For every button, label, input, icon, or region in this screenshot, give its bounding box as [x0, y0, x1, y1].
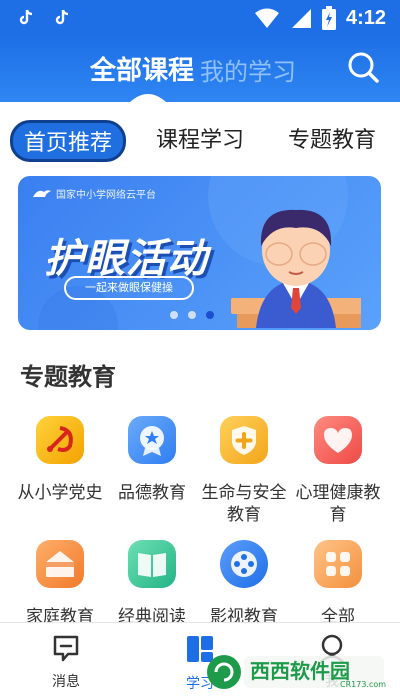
tab-home-recommend[interactable]: 首页推荐 — [10, 120, 126, 162]
tiktok-icon — [19, 9, 33, 25]
film-reel-icon — [220, 540, 268, 588]
heart-icon — [314, 416, 362, 464]
topic-moral-education[interactable]: 品德教育 — [106, 416, 198, 504]
carousel-dot[interactable] — [188, 311, 196, 319]
promo-banner[interactable]: 国家中小学网络云平台 护眼活动 一起来做眼保健操 — [18, 176, 381, 330]
party-emblem-icon — [36, 416, 84, 464]
topic-classic-reading[interactable]: 经典阅读 — [106, 540, 198, 628]
grid-icon — [314, 540, 362, 588]
topic-mental-health[interactable]: 心理健康教育 — [292, 416, 384, 526]
category-tabs: 首页推荐 课程学习 专题教育 — [0, 112, 400, 166]
nav-messages[interactable]: 消息 — [36, 633, 96, 691]
topic-all[interactable]: 全部 — [292, 540, 384, 628]
topic-life-safety[interactable]: 生命与安全教育 — [198, 416, 290, 526]
carousel-dots — [170, 311, 214, 319]
app-header: 全部课程 我的学习 — [0, 36, 400, 102]
tab-topic-education[interactable]: 专题教育 — [278, 120, 386, 162]
topic-film-education[interactable]: 影视教育 — [198, 540, 290, 628]
topic-party-history[interactable]: 从小学党史 — [14, 416, 106, 504]
search-icon[interactable] — [346, 50, 380, 84]
carousel-dot[interactable] — [170, 311, 178, 319]
tab-course-study[interactable]: 课程学习 — [146, 120, 254, 162]
student-illustration — [231, 209, 361, 328]
banner-subtitle: 一起来做眼保健操 — [64, 276, 194, 300]
watermark-logo: 西西软件园 CR173.com — [207, 655, 386, 689]
status-bar: 4:12 — [0, 0, 400, 36]
topic-family-education[interactable]: 家庭教育 — [14, 540, 106, 628]
tab-all-courses[interactable]: 全部课程 — [90, 50, 194, 87]
battery-icon — [321, 6, 336, 30]
watermark-sub: CR173.com — [340, 680, 386, 689]
tab-my-learning[interactable]: 我的学习 — [200, 52, 296, 87]
book-icon — [128, 540, 176, 588]
watermark-text: 西西软件园 — [250, 659, 350, 683]
shield-plus-icon — [220, 416, 268, 464]
wifi-icon — [254, 8, 279, 28]
active-tab-indicator — [130, 94, 166, 102]
tiktok-icon — [55, 9, 69, 25]
medal-icon — [128, 416, 176, 464]
house-icon — [36, 540, 84, 588]
message-icon — [53, 635, 79, 662]
clock: 4:12 — [345, 6, 386, 29]
section-title: 专题教育 — [20, 363, 116, 391]
carousel-dot-active[interactable] — [206, 311, 214, 319]
signal-icon — [291, 9, 311, 28]
